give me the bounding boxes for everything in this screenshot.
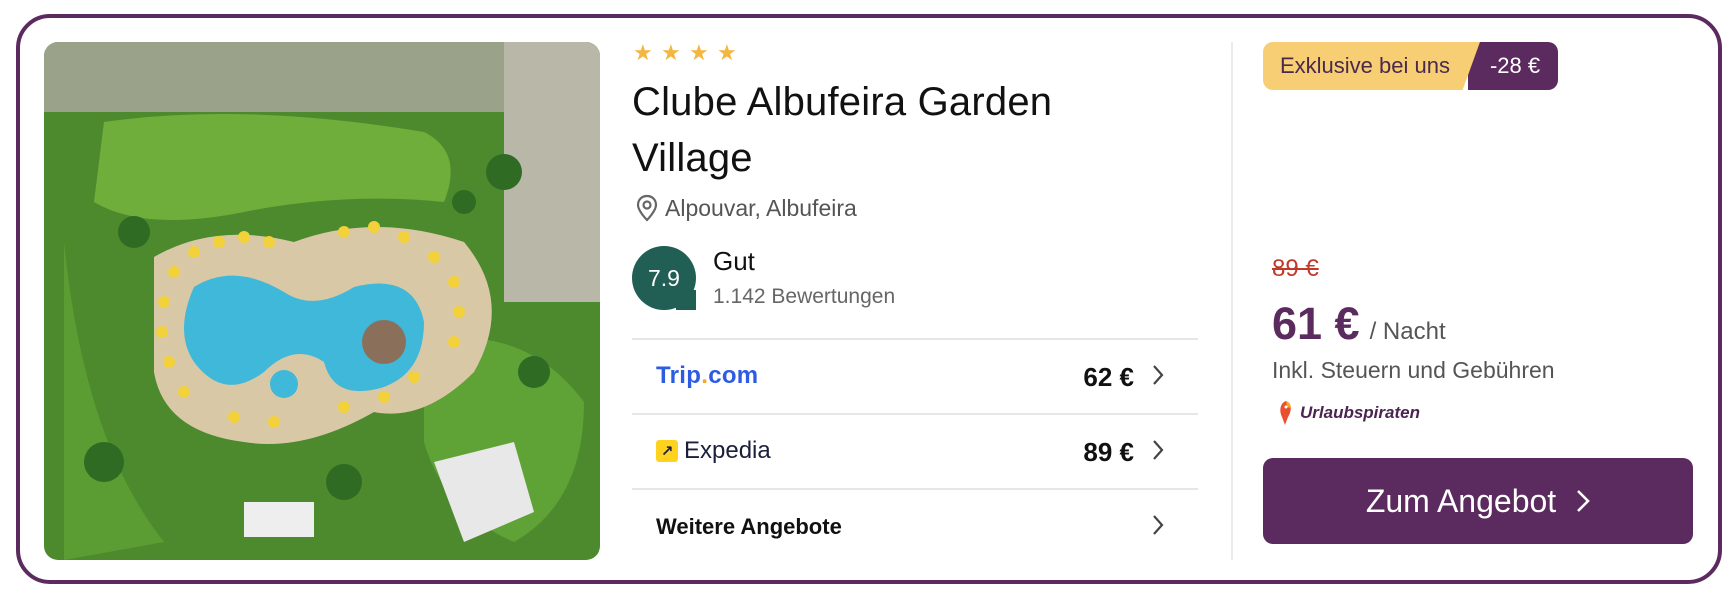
hotel-photo[interactable] (44, 42, 600, 560)
star-rating: ★ ★ ★ ★ (633, 40, 737, 65)
offer-row-tripcom[interactable]: Trip.com 62 € (632, 338, 1198, 413)
expedia-logo: ↗ Expedia (656, 437, 771, 465)
chevron-right-icon (1153, 440, 1164, 460)
to-offer-button[interactable]: Zum Angebot (1263, 458, 1693, 544)
offer-price: 89 € (1083, 437, 1134, 467)
tax-note: Inkl. Steuern und Gebühren (1272, 357, 1555, 383)
more-offers-row[interactable]: Weitere Angebote (632, 488, 1198, 563)
tripcom-logo: Trip.com (656, 362, 759, 389)
chevron-right-icon (1153, 365, 1164, 385)
star-icon: ★ (633, 40, 653, 65)
expedia-arrow-icon: ↗ (656, 440, 678, 462)
offer-list: Trip.com 62 € ↗ Expedia 89 € Weitere Ang… (632, 338, 1198, 563)
review-count: 1.142 Bewertungen (713, 285, 896, 308)
star-icon: ★ (661, 40, 681, 65)
hotel-location: Alpouvar, Albufeira (635, 194, 857, 222)
chevron-right-icon (1153, 515, 1164, 535)
more-offers-label: Weitere Angebote (656, 514, 842, 539)
exclusive-deal-badge: Exklusive bei uns -28 € (1263, 42, 1559, 90)
star-icon: ★ (717, 40, 737, 65)
rating-label: Gut (713, 246, 755, 276)
offer-price: 62 € (1083, 362, 1134, 392)
parrot-icon (1280, 401, 1291, 425)
star-icon: ★ (689, 40, 709, 65)
cta-label: Zum Angebot (1365, 482, 1557, 519)
offer-row-expedia[interactable]: ↗ Expedia 89 € (632, 413, 1198, 488)
location-pin-icon (636, 194, 658, 222)
current-price: 61 € (1272, 298, 1360, 349)
partner-logo: Urlaubspiraten (1276, 399, 1420, 427)
location-text: Alpouvar, Albufeira (665, 194, 857, 221)
hotel-name[interactable]: Clube Albufeira Garden Village (632, 74, 1102, 186)
old-price: 89 € (1272, 255, 1319, 282)
price-line: 61 € / Nacht (1272, 298, 1446, 350)
divider (1231, 42, 1233, 560)
chevron-right-icon (1577, 490, 1591, 512)
per-night-label: / Nacht (1369, 318, 1446, 345)
rating-score-badge: 7.9 (632, 246, 696, 310)
exclusive-label: Exklusive bei uns (1263, 42, 1480, 90)
discount-label: -28 € (1467, 42, 1559, 90)
